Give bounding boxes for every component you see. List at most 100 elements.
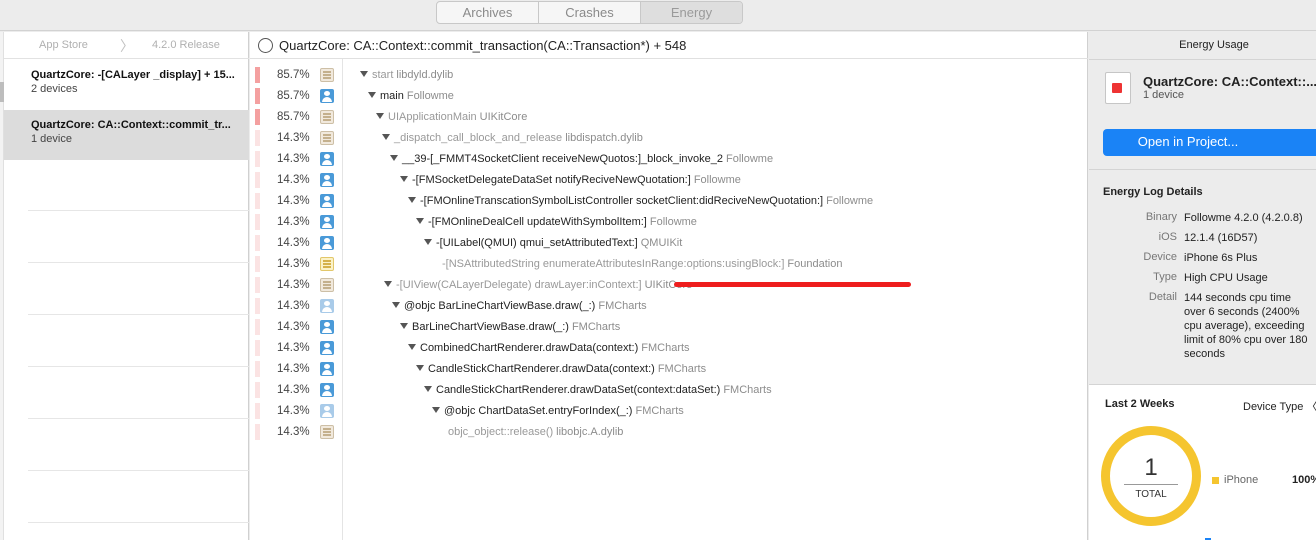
weight-bar <box>255 424 260 440</box>
call-tree-row[interactable]: 14.3% CombinedChartRenderer.drawData(cont… <box>250 338 1088 359</box>
call-tree-panel: QuartzCore: CA::Context::commit_transact… <box>250 32 1088 540</box>
disclosure-triangle-icon[interactable] <box>424 239 432 245</box>
weight-bar <box>255 298 260 314</box>
status-circle-icon[interactable] <box>258 38 273 53</box>
disclosure-triangle-icon[interactable] <box>400 323 408 329</box>
frame-library: libdispatch.dylib <box>565 132 643 144</box>
tab-crashes[interactable]: Crashes <box>539 2 641 23</box>
call-tree-rows: 85.7% start libdyld.dylib 85.7% main Followme… <box>250 65 1088 443</box>
energy-inspector: Energy Usage QuartzCore: CA::Context::..… <box>1089 32 1316 540</box>
disclosure-triangle-icon[interactable] <box>408 344 416 350</box>
frame-label: main Followme <box>368 90 454 102</box>
inspector-app-title: QuartzCore: CA::Context::... <box>1143 74 1316 89</box>
call-tree-row[interactable]: 14.3% _dispatch_call_block_and_release lib… <box>250 128 1088 149</box>
frame-symbol: start <box>372 69 394 81</box>
tab-energy[interactable]: Energy <box>641 2 742 23</box>
issue-title: QuartzCore: -[CALayer _display] + 15... <box>31 69 235 81</box>
donut-divider <box>1124 484 1178 485</box>
user-code-icon <box>320 383 334 397</box>
disclosure-triangle-icon[interactable] <box>408 197 416 203</box>
frame-symbol: objc_object::release() <box>448 426 554 438</box>
detail-value: 144 seconds cpu time over 6 seconds (240… <box>1184 292 1308 360</box>
frame-library: Followme <box>826 195 874 207</box>
weight-percent: 14.3% <box>277 195 310 207</box>
call-tree-row[interactable]: 14.3% CandleStickChartRenderer.drawDataSe… <box>250 380 1088 401</box>
disclosure-triangle-icon[interactable] <box>382 134 390 140</box>
call-tree-row[interactable]: 14.3% @objc BarLineChartViewBase.draw(_:)… <box>250 296 1088 317</box>
call-tree-row[interactable]: 14.3% BarLineChartViewBase.draw(_:) FMChar… <box>250 317 1088 338</box>
frame-label: -[NSAttributedString enumerateAttributes… <box>442 258 842 270</box>
donut-total-value: 1 <box>1144 454 1158 481</box>
inspector-title: Energy Usage <box>1179 39 1249 51</box>
frame-library: FMCharts <box>571 321 621 333</box>
disclosure-triangle-icon[interactable] <box>384 281 392 287</box>
disclosure-triangle-icon[interactable] <box>432 407 440 413</box>
tab-archives[interactable]: Archives <box>437 2 539 23</box>
detail-value: Followme 4.2.0 (4.2.0.8) <box>1184 212 1303 224</box>
weight-bar <box>255 256 260 272</box>
call-tree-row[interactable]: 14.3% -[UIView(CALayerDelegate) drawLayer… <box>250 275 1088 296</box>
weight-percent: 14.3% <box>277 258 310 270</box>
call-tree-row[interactable]: 14.3% -[NSAttributedString enumerateAttri… <box>250 254 1088 275</box>
call-tree-row[interactable]: 14.3% objc_object::release() libobjc.A.dyl… <box>250 422 1088 443</box>
issue-device-count: 2 devices <box>31 83 78 95</box>
frame-symbol: @objc ChartDataSet.entryForIndex(_:) <box>444 405 633 417</box>
disclosure-triangle-icon[interactable] <box>390 155 398 161</box>
frame-symbol: main <box>380 90 404 102</box>
frame-label: CandleStickChartRenderer.drawDataSet(con… <box>424 384 772 396</box>
call-tree-row[interactable]: 14.3% @objc ChartDataSet.entryForIndex(_:… <box>250 401 1088 422</box>
disclosure-triangle-icon[interactable] <box>368 92 376 98</box>
detail-key: iOS <box>1158 231 1177 243</box>
call-tree-row[interactable]: 85.7% main Followme <box>250 86 1088 107</box>
issue-device-count: 1 device <box>31 133 72 145</box>
disclosure-triangle-icon[interactable] <box>400 176 408 182</box>
weight-bar <box>255 403 260 419</box>
call-tree-row[interactable]: 14.3% __39-[_FMMT4SocketClient receiveNew… <box>250 149 1088 170</box>
open-in-project-button[interactable]: Open in Project... <box>1103 129 1316 156</box>
frame-library: UIKitCore <box>479 111 528 123</box>
weight-percent: 14.3% <box>277 300 310 312</box>
frame-label: BarLineChartViewBase.draw(_:) FMCharts <box>400 321 620 333</box>
issue-list-item-selected[interactable]: QuartzCore: CA::Context::commit_tr... 1 … <box>4 110 249 160</box>
disclosure-triangle-icon[interactable] <box>376 113 384 119</box>
weight-percent: 14.3% <box>277 153 310 165</box>
list-divider <box>28 262 249 263</box>
call-tree-row[interactable]: 14.3% -[FMOnlineTranscationSymbolListCont… <box>250 191 1088 212</box>
disclosure-triangle-icon[interactable] <box>416 218 424 224</box>
device-type-selector[interactable]: Device Type 〈 <box>1243 398 1316 414</box>
disclosure-triangle-icon[interactable] <box>416 365 424 371</box>
weight-bar <box>255 319 260 335</box>
breadcrumb-version[interactable]: 4.2.0 Release <box>152 39 220 51</box>
foundation-icon <box>320 257 334 271</box>
call-tree-row[interactable]: 14.3% -[FMSocketDelegateDataSet notifyRec… <box>250 170 1088 191</box>
disclosure-triangle-icon[interactable] <box>360 71 368 77</box>
frame-label: -[FMOnlineTranscationSymbolListControlle… <box>408 195 873 207</box>
frame-label: objc_object::release() libobjc.A.dylib <box>448 426 623 438</box>
call-tree-row[interactable]: 14.3% -[UILabel(QMUI) qmui_setAttributedT… <box>250 233 1088 254</box>
frame-symbol: -[FMOnlineTranscationSymbolListControlle… <box>420 195 824 207</box>
call-tree-row[interactable]: 85.7% start libdyld.dylib <box>250 65 1088 86</box>
frame-label: @objc BarLineChartViewBase.draw(_:) FMCha… <box>392 300 647 312</box>
issue-list-item[interactable]: QuartzCore: -[CALayer _display] + 15... … <box>4 60 249 110</box>
weight-percent: 85.7% <box>277 111 310 123</box>
weight-percent: 14.3% <box>277 405 310 417</box>
user-code-icon <box>320 89 334 103</box>
disclosure-triangle-icon[interactable] <box>424 386 432 392</box>
frame-symbol: -[UIView(CALayerDelegate) drawLayer:inCo… <box>396 279 642 291</box>
issue-sidebar: App Store 〉 4.2.0 Release QuartzCore: -[… <box>0 32 249 540</box>
frame-symbol: CombinedChartRenderer.drawData(context:) <box>420 342 639 354</box>
frame-label: -[FMSocketDelegateDataSet notifyReciveNe… <box>400 174 741 186</box>
frame-symbol: -[FMOnlineDealCell updateWithSymbolItem:… <box>428 216 647 228</box>
frame-symbol: @objc BarLineChartViewBase.draw(_:) <box>404 300 596 312</box>
disclosure-triangle-icon[interactable] <box>392 302 400 308</box>
weight-bar <box>255 277 260 293</box>
user-code-icon <box>320 173 334 187</box>
energy-log-heading: Energy Log Details <box>1103 186 1203 198</box>
organizer-tabs: Archives Crashes Energy <box>436 1 743 24</box>
call-tree-header: QuartzCore: CA::Context::commit_transact… <box>250 32 1088 59</box>
weight-percent: 14.3% <box>277 342 310 354</box>
call-tree-row[interactable]: 85.7% UIApplicationMain UIKitCore <box>250 107 1088 128</box>
call-tree-row[interactable]: 14.3% CandleStickChartRenderer.drawData(c… <box>250 359 1088 380</box>
breadcrumb-store[interactable]: App Store <box>39 39 88 51</box>
call-tree-row[interactable]: 14.3% -[FMOnlineDealCell updateWithSymbol… <box>250 212 1088 233</box>
